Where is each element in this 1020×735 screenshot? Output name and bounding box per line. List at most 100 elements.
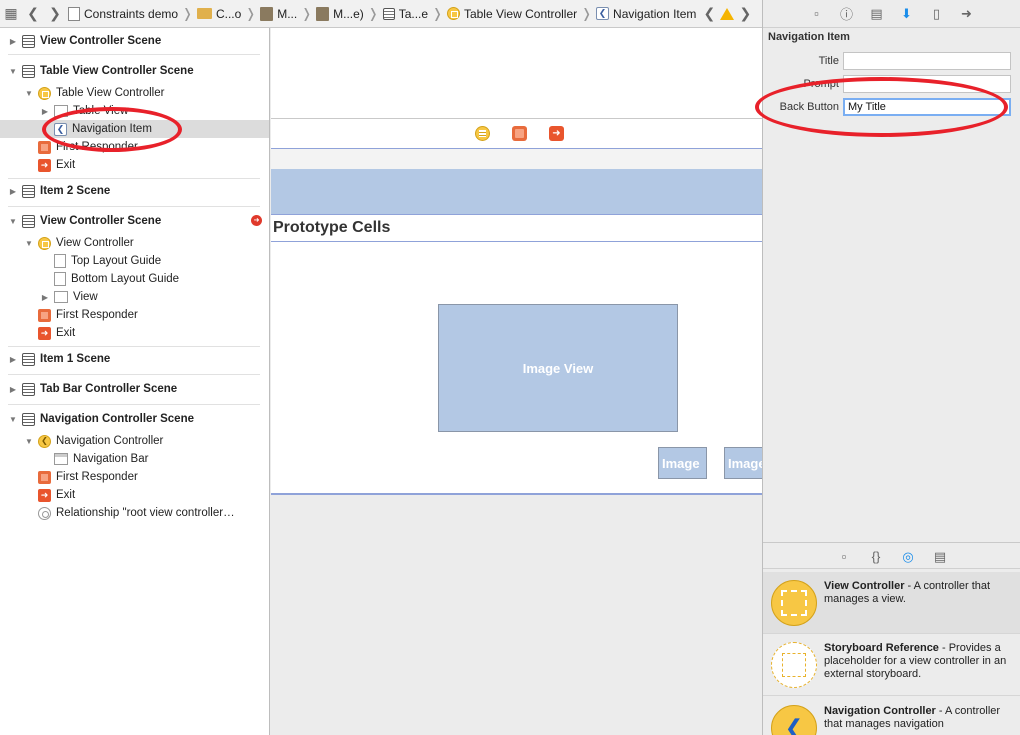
scene-icon xyxy=(22,412,35,426)
prototype-cells-header: Prototype Cells xyxy=(271,214,762,242)
outline-row-exit[interactable]: ➜ Exit xyxy=(0,324,269,342)
warning-icon[interactable] xyxy=(720,7,735,20)
back-arrow-icon[interactable]: ❮ xyxy=(22,3,44,25)
outline-row-top-layout-guide[interactable]: Top Layout Guide xyxy=(0,252,269,270)
size-inspector-icon[interactable]: ▯ xyxy=(928,5,946,23)
connections-inspector-icon[interactable]: ➜ xyxy=(958,5,976,23)
breadcrumb-separator: ❭ xyxy=(182,5,193,21)
outline-row-navigation-controller-scene[interactable]: ▼ Navigation Controller Scene xyxy=(0,410,269,428)
scene-icon xyxy=(22,352,35,366)
outline-row-navigation-controller[interactable]: ▼ ❮ Navigation Controller xyxy=(0,432,269,450)
outline-row-first-responder[interactable]: First Responder xyxy=(0,468,269,486)
image-view-small[interactable]: Image xyxy=(658,447,707,479)
library-item-navigation-controller[interactable]: ❮ Navigation Controller - A controller t… xyxy=(763,697,1020,735)
outline-row-view-controller-scene-2[interactable]: ▼ View Controller Scene ➜ xyxy=(0,212,269,230)
image-view[interactable]: Image View xyxy=(438,304,678,432)
disclosure-right-icon[interactable]: ▶ xyxy=(40,293,50,302)
image-view-small-clipped[interactable]: Image xyxy=(724,447,762,479)
breadcrumb-navigation-item[interactable]: ❮ Navigation Item xyxy=(594,7,698,21)
library-item-view-controller[interactable]: View Controller - A controller that mana… xyxy=(763,572,1020,634)
view-controller-icon[interactable] xyxy=(475,126,490,141)
related-items-icon[interactable]: ▦ xyxy=(0,3,22,25)
outline-divider xyxy=(8,374,260,375)
outline-row-view-controller-scene[interactable]: ▶ View Controller Scene xyxy=(0,32,269,50)
outline-row-first-responder[interactable]: First Responder xyxy=(0,138,269,156)
back-button-field[interactable] xyxy=(843,98,1011,116)
file-template-library-icon[interactable]: ▫ xyxy=(835,548,853,566)
first-responder-icon[interactable] xyxy=(512,126,527,141)
disclosure-down-icon[interactable]: ▼ xyxy=(24,437,34,446)
first-responder-icon xyxy=(38,308,51,322)
disclosure-down-icon[interactable]: ▼ xyxy=(24,239,34,248)
title-label: Title xyxy=(818,55,839,67)
disclosure-right-icon[interactable]: ▶ xyxy=(40,107,50,116)
error-indicator-icon[interactable]: ➜ xyxy=(251,215,262,226)
disclosure-down-icon[interactable]: ▼ xyxy=(8,217,18,226)
table-view-scene[interactable]: Prototype Cells Image View Image Image xyxy=(271,149,762,495)
outline-row-first-responder[interactable]: First Responder xyxy=(0,306,269,324)
identity-inspector-icon[interactable]: ▤ xyxy=(868,5,886,23)
status-bar-area xyxy=(271,149,762,169)
outline-row-view-controller[interactable]: ▼ View Controller xyxy=(0,234,269,252)
scene-view-area[interactable] xyxy=(271,28,762,118)
breadcrumb-storyboard-base[interactable]: M...e) xyxy=(314,6,366,21)
storyboard-icon xyxy=(316,6,330,21)
storyboard-canvas[interactable]: ➜ Prototype Cells Image View Image Image xyxy=(271,28,762,735)
view-controller-icon xyxy=(38,86,51,100)
outline-row-navigation-item[interactable]: ❮ Navigation Item xyxy=(0,120,269,138)
breadcrumb-project[interactable]: Constraints demo xyxy=(66,6,180,21)
forward-arrow-icon[interactable]: ❯ xyxy=(44,3,66,25)
outline-row-bottom-layout-guide[interactable]: Bottom Layout Guide xyxy=(0,270,269,288)
file-inspector-icon[interactable]: ▫ xyxy=(808,5,826,23)
outline-divider xyxy=(8,206,260,207)
breadcrumb-folder[interactable]: C...o xyxy=(195,7,243,21)
view-icon xyxy=(54,291,68,303)
title-field[interactable] xyxy=(843,52,1011,70)
navigation-controller-icon: ❮ xyxy=(38,434,51,448)
outline-row-navigation-bar[interactable]: Navigation Bar xyxy=(0,450,269,468)
next-issue-icon[interactable]: ❯ xyxy=(734,3,756,25)
utilities-panel: ▫ ⓘ ▤ ⬇ ▯ ➜ Navigation Item Title Prompt… xyxy=(762,0,1020,735)
document-outline: ▶ View Controller Scene ▼ Table View Con… xyxy=(0,28,270,735)
breadcrumb-storyboard[interactable]: M... xyxy=(258,6,299,21)
disclosure-down-icon[interactable]: ▼ xyxy=(8,67,18,76)
layout-guide-icon xyxy=(54,272,66,286)
object-library-icon[interactable]: ◎ xyxy=(899,548,917,566)
scene-icon xyxy=(22,64,35,78)
outline-row-exit[interactable]: ➜ Exit xyxy=(0,156,269,174)
library-item-storyboard-reference[interactable]: Storyboard Reference - Provides a placeh… xyxy=(763,634,1020,696)
outline-row-table-view[interactable]: ▶ Table View xyxy=(0,102,269,120)
outline-row-item-1-scene[interactable]: ▶ Item 1 Scene xyxy=(0,350,269,368)
breadcrumb-separator: ❭ xyxy=(301,5,313,21)
outline-row-table-view-controller[interactable]: ▼ Table View Controller xyxy=(0,84,269,102)
code-snippet-library-icon[interactable]: {} xyxy=(867,548,885,566)
outline-row-item-2-scene[interactable]: ▶ Item 2 Scene xyxy=(0,182,269,200)
attributes-inspector-icon[interactable]: ⬇ xyxy=(898,5,916,23)
disclosure-down-icon[interactable]: ▼ xyxy=(8,415,18,424)
outline-row-exit[interactable]: ➜ Exit xyxy=(0,486,269,504)
outline-row-table-view-controller-scene[interactable]: ▼ Table View Controller Scene xyxy=(0,62,269,80)
media-library-icon[interactable]: ▤ xyxy=(931,548,949,566)
disclosure-down-icon[interactable]: ▼ xyxy=(24,89,34,98)
previous-issue-icon[interactable]: ❮ xyxy=(698,3,720,25)
disclosure-right-icon[interactable]: ▶ xyxy=(8,355,18,364)
disclosure-right-icon[interactable]: ▶ xyxy=(8,37,18,46)
outline-row-relationship[interactable]: Relationship "root view controller… xyxy=(0,504,269,522)
scene-icon xyxy=(22,34,35,48)
exit-icon[interactable]: ➜ xyxy=(549,126,564,141)
navigation-bar[interactable] xyxy=(271,169,762,214)
outline-divider xyxy=(8,346,260,347)
scene-icon xyxy=(22,382,35,396)
outline-row-view[interactable]: ▶ View xyxy=(0,288,269,306)
breadcrumb-scene[interactable]: Ta...e xyxy=(381,7,430,21)
breadcrumb-table-view-controller[interactable]: Table View Controller xyxy=(445,7,579,21)
quick-help-icon[interactable]: ⓘ xyxy=(838,5,856,23)
outline-row-tab-bar-controller-scene[interactable]: ▶ Tab Bar Controller Scene xyxy=(0,380,269,398)
navigation-bar-icon xyxy=(54,453,68,465)
library-item-title: Storyboard Reference xyxy=(824,642,939,654)
disclosure-right-icon[interactable]: ▶ xyxy=(8,385,18,394)
inspector-section-title: Navigation Item xyxy=(768,31,850,43)
disclosure-right-icon[interactable]: ▶ xyxy=(8,187,18,196)
prompt-field[interactable] xyxy=(843,75,1011,93)
project-file-icon xyxy=(68,6,80,21)
